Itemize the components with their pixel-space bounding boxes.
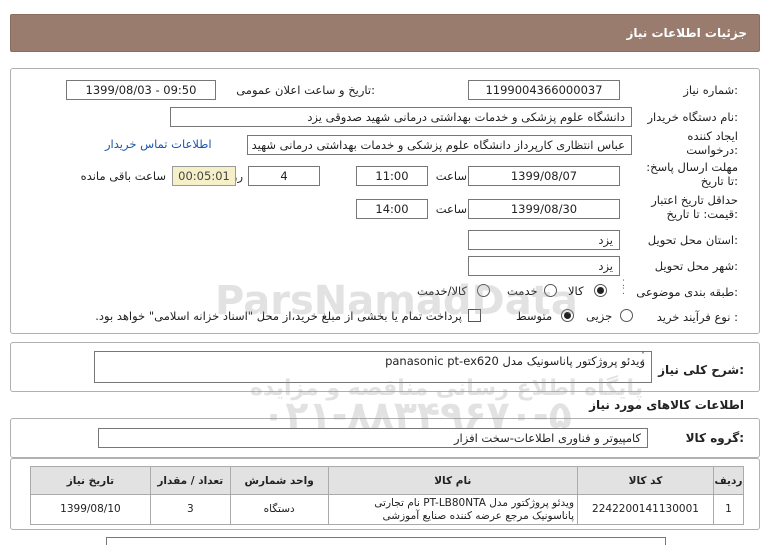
page-header: جزئیات اطلاعات نیاز	[10, 14, 760, 52]
validity-time-field: 14:00	[356, 199, 428, 219]
description-label: شرح کلی نیاز:	[658, 363, 744, 377]
bottom-panel-edge	[106, 537, 666, 545]
col-date-header: تاریخ نیاز	[30, 466, 151, 495]
reply-time-label: ساعت	[435, 169, 467, 183]
days-field: 4	[248, 166, 320, 186]
table-row: 1399/08/10 3 دستگاه ویدئو پروژکتور مدل P…	[30, 494, 745, 525]
col-name-header: نام کالا	[327, 466, 579, 495]
announce-label: تاریخ و ساعت اعلان عمومی:	[236, 83, 375, 97]
validity-date-field: 1399/08/30	[468, 199, 620, 219]
row-code: 2242200141130001	[577, 494, 714, 525]
city-field: یزد	[468, 256, 620, 276]
validity-time-label: ساعت	[435, 202, 467, 216]
remaining-time-field: 00:05:01	[172, 166, 236, 186]
province-field: یزد	[468, 230, 620, 250]
goods-table: تاریخ نیاز تعداد / مقدار واحد شمارش نام …	[30, 466, 745, 525]
purchase-minor-radio[interactable]	[620, 309, 633, 322]
announce-field: 1399/08/03 - 09:50	[66, 80, 216, 100]
row-unit: دستگاه	[229, 494, 329, 525]
buyer-org-field: دانشگاه علوم پزشکی و خدمات بهداشتی درمان…	[170, 107, 632, 127]
need-number-field: 1199004366000037	[468, 80, 620, 100]
resize-handle-icon[interactable]: ˄ ˅	[641, 352, 645, 368]
row-name: ویدئو پروژکتور مدل PT-LB80NTA نام تجارتی…	[327, 494, 579, 525]
col-qty-header: تعداد / مقدار	[149, 466, 231, 495]
remaining-time-label: ساعت باقی مانده	[80, 169, 166, 183]
province-label: استان محل تحویل:	[647, 233, 738, 247]
description-text: ویدئو پروژکتور پاناسونیک مدل panasonic p…	[385, 354, 645, 368]
creator-field: عباس انتظاری کارپرداز دانشگاه علوم پزشکی…	[247, 135, 632, 155]
need-number-label: شماره نیاز:	[683, 83, 738, 97]
info-icon: ⁚ ⁚	[622, 279, 625, 297]
reply-deadline-label: مهلت ارسال پاسخ: تا تاریخ:	[646, 160, 738, 188]
page-title: جزئیات اطلاعات نیاز	[626, 26, 747, 40]
price-validity-label: حداقل تاریخ اعتبار قیمت: تا تاریخ:	[651, 193, 738, 221]
row-date: 1399/08/10	[30, 494, 151, 525]
watermark-phone: ۰۲۱-۸۸۳۴۹۶۷۰-۵	[262, 393, 572, 437]
purchase-minor-label: جزیی	[586, 309, 613, 323]
city-label: شهر محل تحویل:	[654, 259, 738, 273]
buyer-contact-link[interactable]: اطلاعات تماس خریدار	[105, 137, 212, 151]
col-row-header: ردیف	[712, 466, 745, 495]
buyer-org-label: نام دستگاه خریدار:	[647, 110, 738, 124]
creator-label: ایجاد کننده درخواست:	[686, 129, 738, 157]
row-qty: 3	[149, 494, 231, 525]
table-header-row: تاریخ نیاز تعداد / مقدار واحد شمارش نام …	[30, 466, 745, 495]
reply-date-field: 1399/08/07	[468, 166, 620, 186]
category-label: طبقه بندی موضوعی:	[636, 285, 738, 299]
purchase-type-label: نوع فرآیند خرید :	[656, 310, 738, 324]
col-unit-header: واحد شمارش	[229, 466, 329, 495]
watermark-brand: ParsNamadData	[215, 278, 578, 324]
row-index: 1	[712, 494, 745, 525]
goods-group-label: گروه کالا:	[685, 431, 744, 445]
col-code-header: کد کالا	[577, 466, 714, 495]
reply-time-field: 11:00	[356, 166, 428, 186]
category-goods-radio[interactable]	[594, 284, 607, 297]
